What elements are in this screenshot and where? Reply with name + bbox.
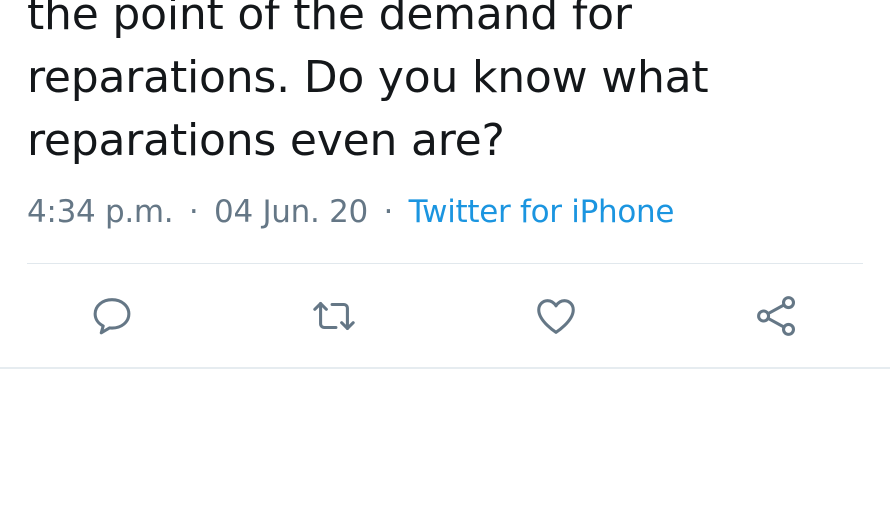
divider [0, 367, 890, 369]
share-button[interactable] [753, 292, 801, 340]
retweet-button[interactable] [310, 292, 358, 340]
meta-separator: · [383, 194, 394, 230]
share-icon [757, 296, 796, 336]
tweet-text-line: reparations. Do you know what [27, 52, 709, 103]
tweet-text: the point of the demand for reparations.… [27, 0, 867, 172]
reply-button[interactable] [88, 292, 136, 340]
divider [27, 263, 863, 264]
tweet-meta: 4:34 p.m. · 04 Jun. 20 · Twitter for iPh… [27, 190, 674, 234]
reply-icon [93, 298, 131, 335]
retweet-icon [313, 302, 355, 330]
tweet-time: 4:34 p.m. [27, 194, 174, 230]
tweet-text-line: reparations even are? [27, 115, 505, 166]
tweet-date[interactable]: 04 Jun. 20 [214, 194, 368, 230]
heart-icon [537, 299, 575, 334]
like-button[interactable] [532, 292, 580, 340]
meta-separator: · [188, 194, 199, 230]
tweet-source-link[interactable]: Twitter for iPhone [409, 194, 675, 230]
tweet-text-line: the point of the demand for [27, 0, 632, 40]
